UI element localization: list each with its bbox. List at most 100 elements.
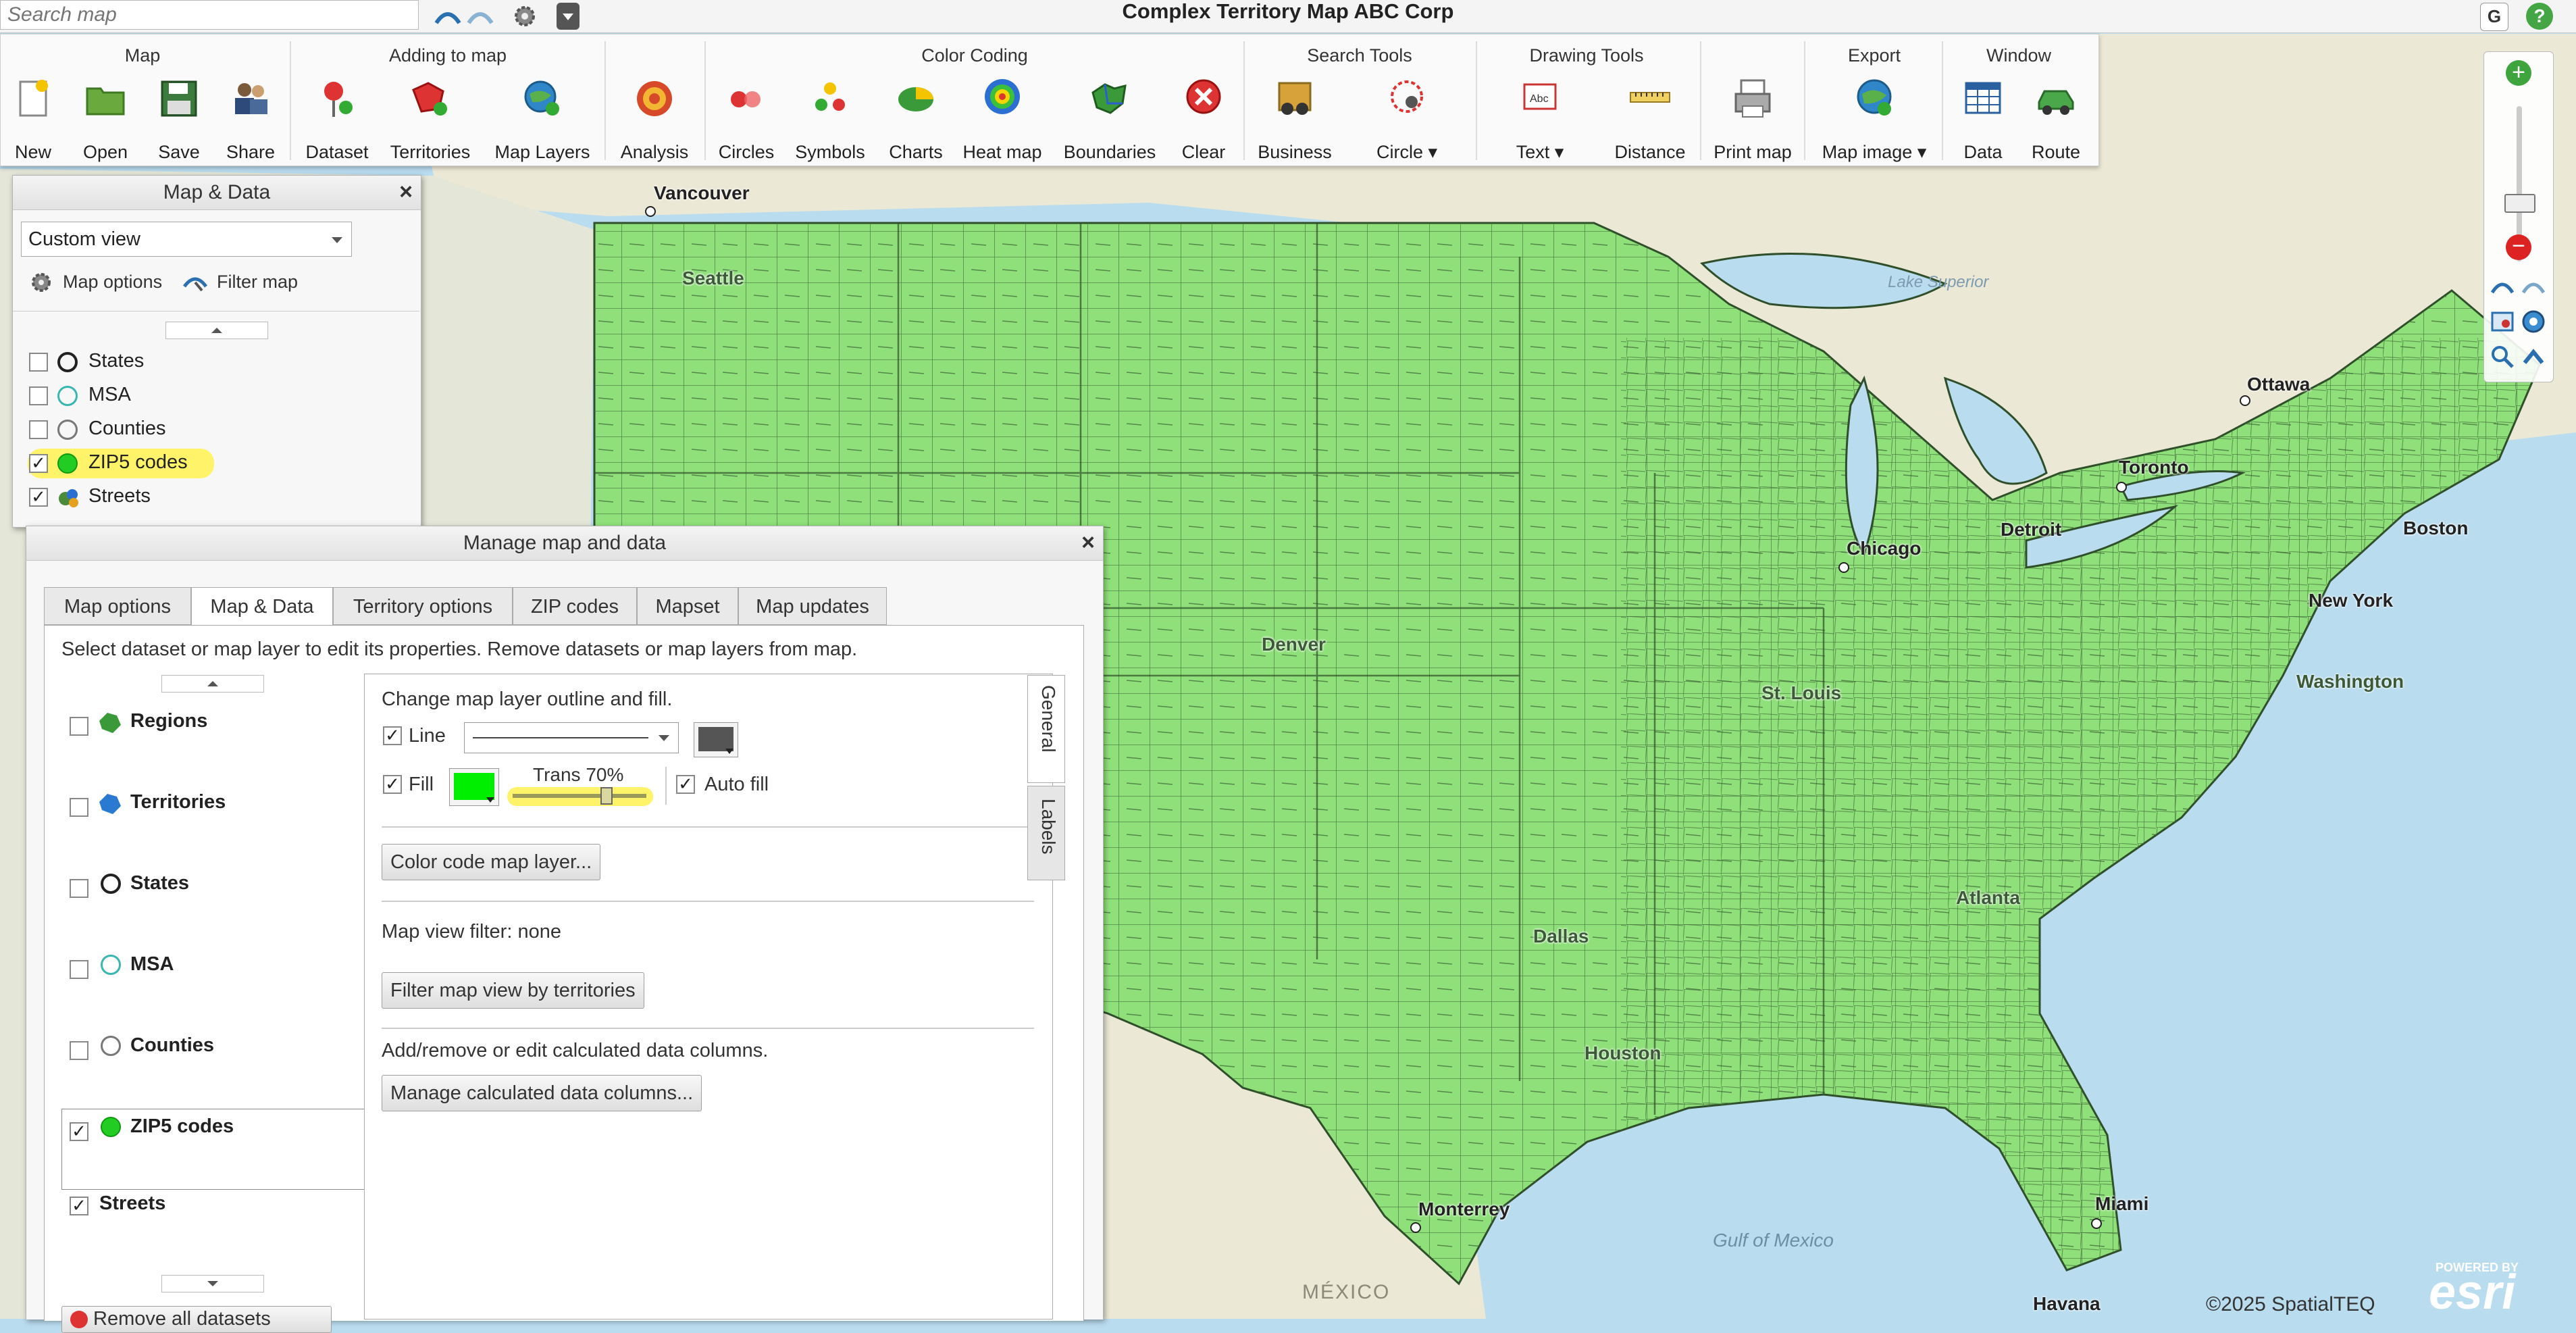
symbols-button[interactable]: Symbols [793, 76, 867, 163]
dialog-checkbox-regions[interactable] [70, 717, 88, 736]
circles-button[interactable]: Circles [709, 76, 783, 163]
text-draw-button[interactable]: Abc Text ▾ [1503, 76, 1577, 163]
tab-territory-options[interactable]: Territory options [333, 587, 513, 625]
close-icon[interactable]: × [399, 180, 413, 204]
analysis-button[interactable]: Analysis [617, 76, 692, 163]
new-map-button[interactable]: New [0, 76, 70, 163]
city-label-chicago: Chicago [1847, 538, 1922, 559]
auto-fill-checkbox[interactable]: ✓ [676, 775, 695, 794]
filter-map-link[interactable]: Filter map [182, 269, 317, 296]
list-scroll-down-button[interactable] [161, 1275, 264, 1292]
new-file-icon [19, 80, 48, 117]
tab-mapset[interactable]: Mapset [637, 587, 738, 625]
color-code-map-layer-button[interactable]: Color code map layer... [382, 844, 601, 880]
pin-add-icon [324, 82, 353, 117]
dialog-checkbox-states[interactable] [70, 879, 88, 898]
manage-calculated-columns-button[interactable]: Manage calculated data columns... [382, 1075, 702, 1111]
tab-zip-codes[interactable]: ZIP codes [513, 587, 637, 625]
business-search-button[interactable]: Business [1258, 76, 1332, 163]
route-label: Route [2031, 142, 2081, 162]
open-map-button[interactable]: Open [68, 76, 143, 163]
pan-back-icon[interactable] [2490, 274, 2515, 299]
target-icon [637, 81, 672, 116]
dialog-states-icon [101, 874, 121, 894]
collapse-up-icon[interactable] [2521, 344, 2546, 370]
zoom-in-icon[interactable]: + [2506, 60, 2531, 86]
gear-icon [32, 273, 51, 292]
magnifier-icon[interactable] [2490, 344, 2515, 370]
dialog-checkbox-territories[interactable] [70, 798, 88, 817]
search-map-input[interactable] [0, 0, 419, 30]
distance-button[interactable]: Distance [1613, 76, 1687, 163]
print-map-button[interactable]: Print map [1714, 76, 1792, 163]
heat-map-label: Heat map [962, 142, 1042, 162]
route-button[interactable]: Route [2019, 76, 2093, 163]
layer-checkbox-zip5[interactable]: ✓ [29, 454, 48, 473]
remove-all-datasets-button[interactable]: Remove all datasets [61, 1306, 332, 1333]
transparency-slider-handle[interactable] [600, 787, 613, 805]
g-badge[interactable]: G [2480, 3, 2508, 31]
counties-layer-icon [57, 420, 78, 440]
dialog-checkbox-counties[interactable] [70, 1041, 88, 1060]
printer-icon [1734, 79, 1771, 118]
heat-map-button[interactable]: Heat map [962, 76, 1042, 163]
ribbon-separator [704, 41, 706, 160]
fill-checkbox[interactable]: ✓ [383, 775, 402, 794]
data-window-button[interactable]: Data [1946, 76, 2020, 163]
add-dataset-label: Dataset [305, 142, 369, 162]
zoom-slider-handle[interactable] [2504, 194, 2535, 213]
map-image-export-button[interactable]: Map image ▾ [1820, 76, 1928, 163]
streets-layer-icon [59, 489, 78, 507]
side-tab-labels[interactable]: Labels [1027, 786, 1065, 880]
scroll-up-button[interactable] [165, 322, 268, 339]
pan-forward-icon[interactable] [2521, 274, 2546, 299]
close-icon[interactable]: × [1081, 530, 1095, 555]
dialog-checkbox-streets[interactable]: ✓ [70, 1197, 88, 1215]
tab-map-options[interactable]: Map options [44, 587, 191, 625]
pan-back-topbar-icon[interactable] [434, 3, 462, 30]
zoom-box-icon[interactable] [2490, 309, 2515, 334]
globe-zoom-icon[interactable] [2521, 309, 2546, 334]
settings-gear-icon[interactable] [511, 3, 539, 30]
line-checkbox[interactable]: ✓ [383, 726, 402, 745]
group-title-map: Map [124, 45, 161, 66]
save-map-button[interactable]: Save [142, 76, 216, 163]
zoom-out-icon[interactable]: − [2506, 234, 2531, 260]
pan-forward-topbar-icon[interactable] [466, 3, 494, 30]
share-map-label: Share [226, 142, 276, 162]
charts-button[interactable]: Charts [879, 76, 953, 163]
circle-search-button[interactable]: Circle ▾ [1370, 76, 1444, 163]
add-dataset-button[interactable]: Dataset [300, 76, 374, 163]
layer-label-zip5: ZIP5 codes [88, 451, 188, 473]
side-tab-general[interactable]: General [1027, 675, 1065, 783]
view-select[interactable]: Custom view [21, 222, 352, 257]
clear-button[interactable]: Clear [1166, 76, 1241, 163]
clear-icon [1186, 79, 1221, 114]
chevron-down-icon [659, 735, 669, 741]
layer-checkbox-streets[interactable]: ✓ [29, 488, 48, 507]
list-scroll-up-button[interactable] [161, 675, 264, 693]
line-style-select[interactable] [464, 722, 679, 753]
layer-checkbox-counties[interactable] [29, 420, 48, 439]
fill-color-picker[interactable] [449, 768, 499, 806]
add-map-layers-button[interactable]: Map Layers [494, 76, 590, 163]
city-marker-monterrey [1410, 1222, 1421, 1233]
map-options-link[interactable]: Map options [29, 269, 178, 296]
dialog-checkbox-msa[interactable] [70, 960, 88, 979]
line-color-picker[interactable] [694, 722, 738, 757]
dialog-label-states: States [130, 872, 190, 894]
boundaries-button[interactable]: Boundaries [1064, 76, 1156, 163]
tab-map-data[interactable]: Map & Data [191, 587, 333, 626]
layer-checkbox-states[interactable] [29, 353, 48, 372]
tab-map-updates[interactable]: Map updates [738, 587, 887, 625]
dialog-checkbox-zip5[interactable]: ✓ [70, 1122, 88, 1141]
filter-map-view-button[interactable]: Filter map view by territories [382, 972, 644, 1009]
help-icon[interactable]: ? [2526, 3, 2553, 30]
topbar-dropdown-icon[interactable] [557, 3, 579, 30]
layer-checkbox-msa[interactable] [29, 386, 48, 405]
ribbon-separator [1476, 41, 1477, 160]
transparency-slider-track[interactable] [513, 794, 646, 798]
city-label-dallas: Dallas [1533, 926, 1589, 947]
share-map-button[interactable]: Share [213, 76, 288, 163]
add-territories-button[interactable]: Territories [390, 76, 470, 163]
